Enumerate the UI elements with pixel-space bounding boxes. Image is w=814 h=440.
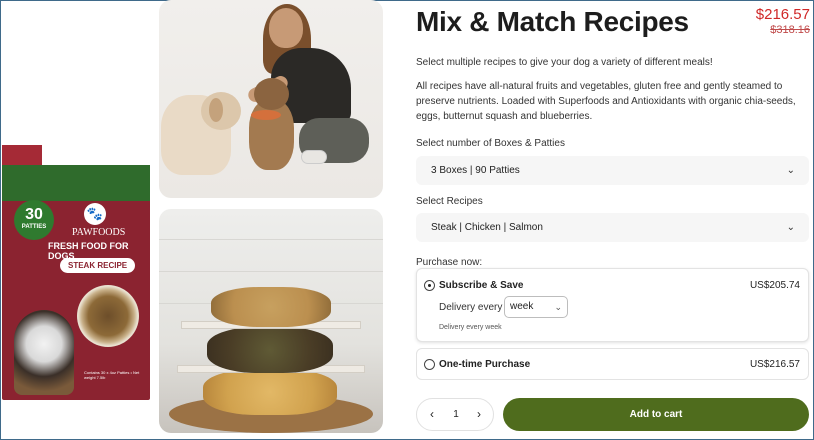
patty-top <box>211 287 331 327</box>
current-price: $216.57 <box>755 6 810 23</box>
recipes-select-label: Select Recipes <box>416 196 483 207</box>
delivery-frequency-select[interactable]: week ⌄ <box>504 296 568 318</box>
recipes-select[interactable]: Steak | Chicken | Salmon ⌄ <box>416 213 809 242</box>
patties-photo[interactable] <box>159 209 383 433</box>
tile-line <box>159 239 383 240</box>
subscribe-title: Subscribe & Save <box>439 280 524 291</box>
food-plate <box>251 110 281 120</box>
chevron-down-icon: ⌄ <box>554 302 562 312</box>
paw-icon: 🐾 <box>84 203 106 225</box>
add-to-cart-button[interactable]: Add to cart <box>503 398 809 431</box>
product-title: Mix & Match Recipes <box>416 6 689 37</box>
dog-illustration <box>14 310 74 395</box>
subscribe-price: US$205.74 <box>749 280 800 291</box>
box-brand-name: PAWFOODS <box>72 227 126 238</box>
chevron-down-icon: ⌄ <box>786 165 795 176</box>
boxes-select-label: Select number of Boxes & Patties <box>416 138 565 149</box>
delivery-note: Delivery every week <box>439 324 502 331</box>
one-time-price: US$216.57 <box>749 359 800 370</box>
one-time-purchase-option[interactable]: One-time Purchase US$216.57 <box>416 348 809 380</box>
quantity-stepper[interactable]: ‹ 1 › <box>416 398 494 431</box>
white-dog-ear <box>209 98 223 122</box>
radio-selected-dot <box>428 284 431 287</box>
box-recipe-label: STEAK RECIPE <box>60 258 136 273</box>
increment-button[interactable]: › <box>472 407 486 421</box>
product-box-image[interactable]: 30 PATTIES 🐾 PAWFOODS FRESH FOOD FOR DOG… <box>2 145 152 403</box>
patty-middle <box>207 327 333 373</box>
purchase-label: Purchase now: <box>416 257 483 268</box>
product-description-details: All recipes have all-natural fruits and … <box>416 81 796 122</box>
one-time-radio[interactable] <box>424 359 435 370</box>
badge-number: 30 <box>25 206 43 223</box>
quantity-value[interactable]: 1 <box>450 409 462 420</box>
original-price: $318.16 <box>770 24 810 36</box>
woman-shoe <box>301 150 327 164</box>
recipes-select-value: Steak | Chicken | Salmon <box>431 222 543 233</box>
badge-label: PATTIES <box>21 224 47 230</box>
tile-line <box>159 271 383 272</box>
boxes-patties-select[interactable]: 3 Boxes | 90 Patties ⌄ <box>416 156 809 185</box>
delivery-frequency-value: week <box>510 301 534 312</box>
boxes-select-value: 3 Boxes | 90 Patties <box>431 165 520 176</box>
box-fine-print: Contains 30 x 4oz Patties • Net weight 7… <box>84 370 140 380</box>
subscribe-radio[interactable] <box>424 280 435 291</box>
lifestyle-photo[interactable] <box>159 0 383 198</box>
delivery-frequency-label: Delivery every <box>439 302 503 313</box>
box-green-band <box>2 165 150 201</box>
food-bowl-illustration <box>77 285 139 347</box>
subscribe-save-option[interactable]: Subscribe & Save US$205.74 Delivery ever… <box>416 268 809 342</box>
one-time-title: One-time Purchase <box>439 359 531 370</box>
product-description-intro: Select multiple recipes to give your dog… <box>416 57 713 68</box>
chevron-down-icon: ⌄ <box>786 222 795 233</box>
decrement-button[interactable]: ‹ <box>425 407 439 421</box>
patties-count-badge: 30 PATTIES <box>14 200 54 240</box>
patty-bottom <box>203 369 337 415</box>
brown-dog-head <box>254 78 289 110</box>
woman-face <box>269 8 303 48</box>
